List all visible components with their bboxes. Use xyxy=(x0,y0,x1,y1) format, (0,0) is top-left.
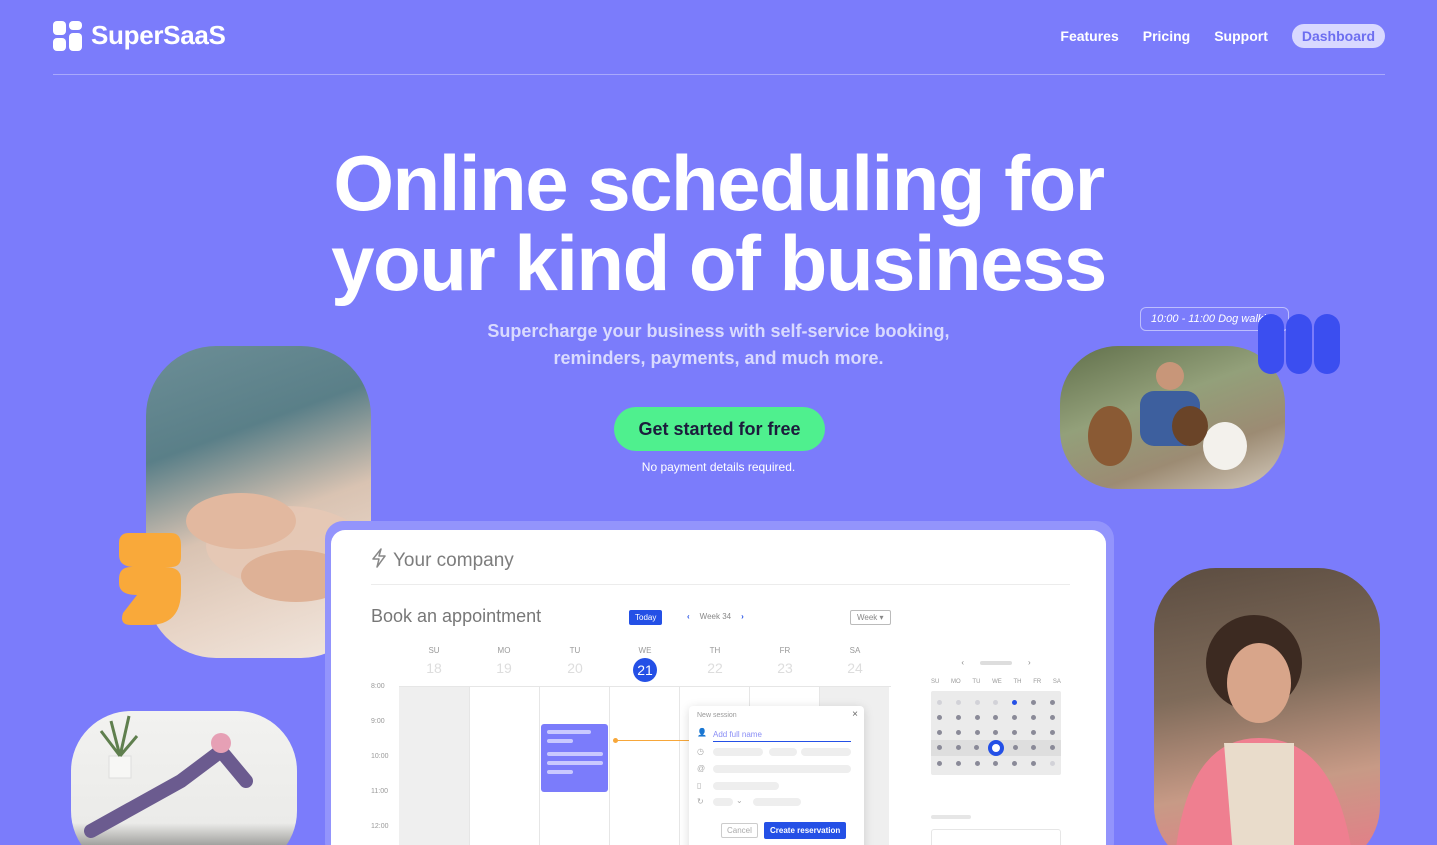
phone-icon: ▯ xyxy=(697,781,702,790)
view-select-value: Week xyxy=(857,613,878,622)
orange-decoration-icon xyxy=(119,533,181,625)
nav-pricing-link[interactable]: Pricing xyxy=(1143,28,1190,44)
mini-prev-icon[interactable]: ‹ xyxy=(961,658,964,667)
day-number-monday[interactable]: 19 xyxy=(469,660,539,676)
brand-name: SuperSaaS xyxy=(91,20,226,50)
header-divider xyxy=(371,584,1070,585)
smiling-woman-photo xyxy=(1154,568,1380,845)
start-time-field[interactable] xyxy=(769,748,797,756)
column-divider xyxy=(679,687,680,845)
date-field[interactable] xyxy=(713,748,763,756)
mini-day-label: SU xyxy=(931,679,940,685)
dashboard-button[interactable]: Dashboard xyxy=(1291,24,1385,48)
end-time-field[interactable] xyxy=(801,748,851,756)
mini-day-label: SA xyxy=(1052,679,1061,685)
mini-day-label: WE xyxy=(992,679,1002,685)
week-label: Week 34 xyxy=(699,612,732,621)
mini-calendar-grid[interactable] xyxy=(931,691,1061,775)
company-header: Your company xyxy=(371,548,514,574)
day-header-sunday: SU xyxy=(428,646,440,655)
book-appointment-title: Book an appointment xyxy=(371,606,542,626)
day-number-tuesday[interactable]: 20 xyxy=(540,660,610,676)
day-header-tuesday: TU xyxy=(569,646,581,655)
lightning-icon xyxy=(371,548,387,574)
mini-day-label: MO xyxy=(951,679,961,685)
cancel-button[interactable]: Cancel xyxy=(721,823,758,838)
create-reservation-button[interactable]: Create reservation xyxy=(764,822,847,839)
full-name-input[interactable]: Add full name xyxy=(713,730,851,742)
get-started-button[interactable]: Get started for free xyxy=(614,407,825,451)
mini-day-label: TH xyxy=(1013,679,1022,685)
yoga-photo xyxy=(71,711,297,845)
mini-selected-day[interactable] xyxy=(987,740,1004,756)
mini-placeholder-line xyxy=(931,815,971,819)
day-number-wednesday-selected[interactable]: 21 xyxy=(633,658,657,682)
day-number-thursday[interactable]: 22 xyxy=(680,660,750,676)
repeat-select[interactable] xyxy=(713,798,733,806)
dogs-illustration xyxy=(1088,362,1247,470)
hero-title: Online scheduling for your kind of busin… xyxy=(0,143,1437,303)
company-name: Your company xyxy=(393,550,514,571)
clock-icon: ◷ xyxy=(697,747,704,756)
column-divider xyxy=(469,687,470,845)
person-icon: 👤 xyxy=(697,728,707,737)
column-divider xyxy=(609,687,610,845)
event-connector-dot xyxy=(613,738,618,743)
repeat-option-field[interactable] xyxy=(753,798,801,806)
booking-app-preview: Your company Book an appointment Today ‹… xyxy=(331,530,1106,845)
new-session-popup: New session × 👤 Add full name ◷ @ ▯ ↻ ⌄ … xyxy=(689,706,864,845)
time-label: 10:00 xyxy=(371,753,389,760)
mini-next-icon[interactable]: › xyxy=(1028,658,1031,667)
weekend-column-sunday xyxy=(399,687,469,845)
day-header-monday: MO xyxy=(497,646,511,655)
day-header-wednesday: WE xyxy=(638,646,652,655)
blue-decoration-icon xyxy=(1258,314,1340,374)
hero-title-line-2: your kind of business xyxy=(331,219,1107,307)
nav-features-link[interactable]: Features xyxy=(1060,28,1118,44)
view-select[interactable]: Week ▾ xyxy=(850,610,891,625)
email-field[interactable] xyxy=(713,765,851,773)
logo[interactable]: SuperSaaS xyxy=(53,20,226,51)
mini-calendar: ‹ › SU MO TU WE TH FR SA xyxy=(931,658,1061,845)
dog-walker-photo xyxy=(1060,346,1285,489)
next-week-icon[interactable]: › xyxy=(741,612,744,621)
mini-day-headers: SU MO TU WE TH FR SA xyxy=(931,679,1061,685)
mini-calendar-nav: ‹ › xyxy=(931,658,1061,667)
time-label: 8:00 xyxy=(371,683,385,690)
day-number-sunday[interactable]: 18 xyxy=(399,660,469,676)
yoga-illustration xyxy=(84,715,253,838)
today-button[interactable]: Today xyxy=(629,610,663,625)
day-header-friday: FR xyxy=(779,646,791,655)
time-label: 11:00 xyxy=(371,788,388,795)
nav-support-link[interactable]: Support xyxy=(1214,28,1268,44)
week-navigator: ‹ Week 34 › xyxy=(687,612,744,621)
mini-placeholder-box xyxy=(931,829,1061,845)
calendar-event[interactable] xyxy=(541,724,608,792)
close-icon[interactable]: × xyxy=(852,709,858,720)
chevron-down-icon[interactable]: ⌄ xyxy=(736,796,743,805)
mini-day-label: TU xyxy=(972,679,981,685)
woman-illustration xyxy=(1176,615,1351,845)
day-number-saturday[interactable]: 24 xyxy=(820,660,890,676)
hero-title-line-1: Online scheduling for xyxy=(333,139,1105,227)
phone-field[interactable] xyxy=(713,782,779,790)
day-header-saturday: SA xyxy=(849,646,861,655)
time-label: 12:00 xyxy=(371,823,389,830)
day-number-friday[interactable]: 23 xyxy=(750,660,820,676)
top-nav: SuperSaaS Features Pricing Support Dashb… xyxy=(53,0,1385,75)
mini-month-label xyxy=(980,661,1012,665)
new-session-title: New session xyxy=(697,712,737,719)
logo-icon xyxy=(53,20,83,51)
email-icon: @ xyxy=(697,764,706,773)
prev-week-icon[interactable]: ‹ xyxy=(687,612,690,621)
day-header-thursday: TH xyxy=(709,646,721,655)
column-divider xyxy=(539,687,540,845)
repeat-icon: ↻ xyxy=(697,797,704,806)
mini-day-label: FR xyxy=(1033,679,1042,685)
time-label: 9:00 xyxy=(371,718,385,725)
nav-links: Features Pricing Support Dashboard xyxy=(1060,24,1385,48)
event-connector-line xyxy=(614,740,692,741)
